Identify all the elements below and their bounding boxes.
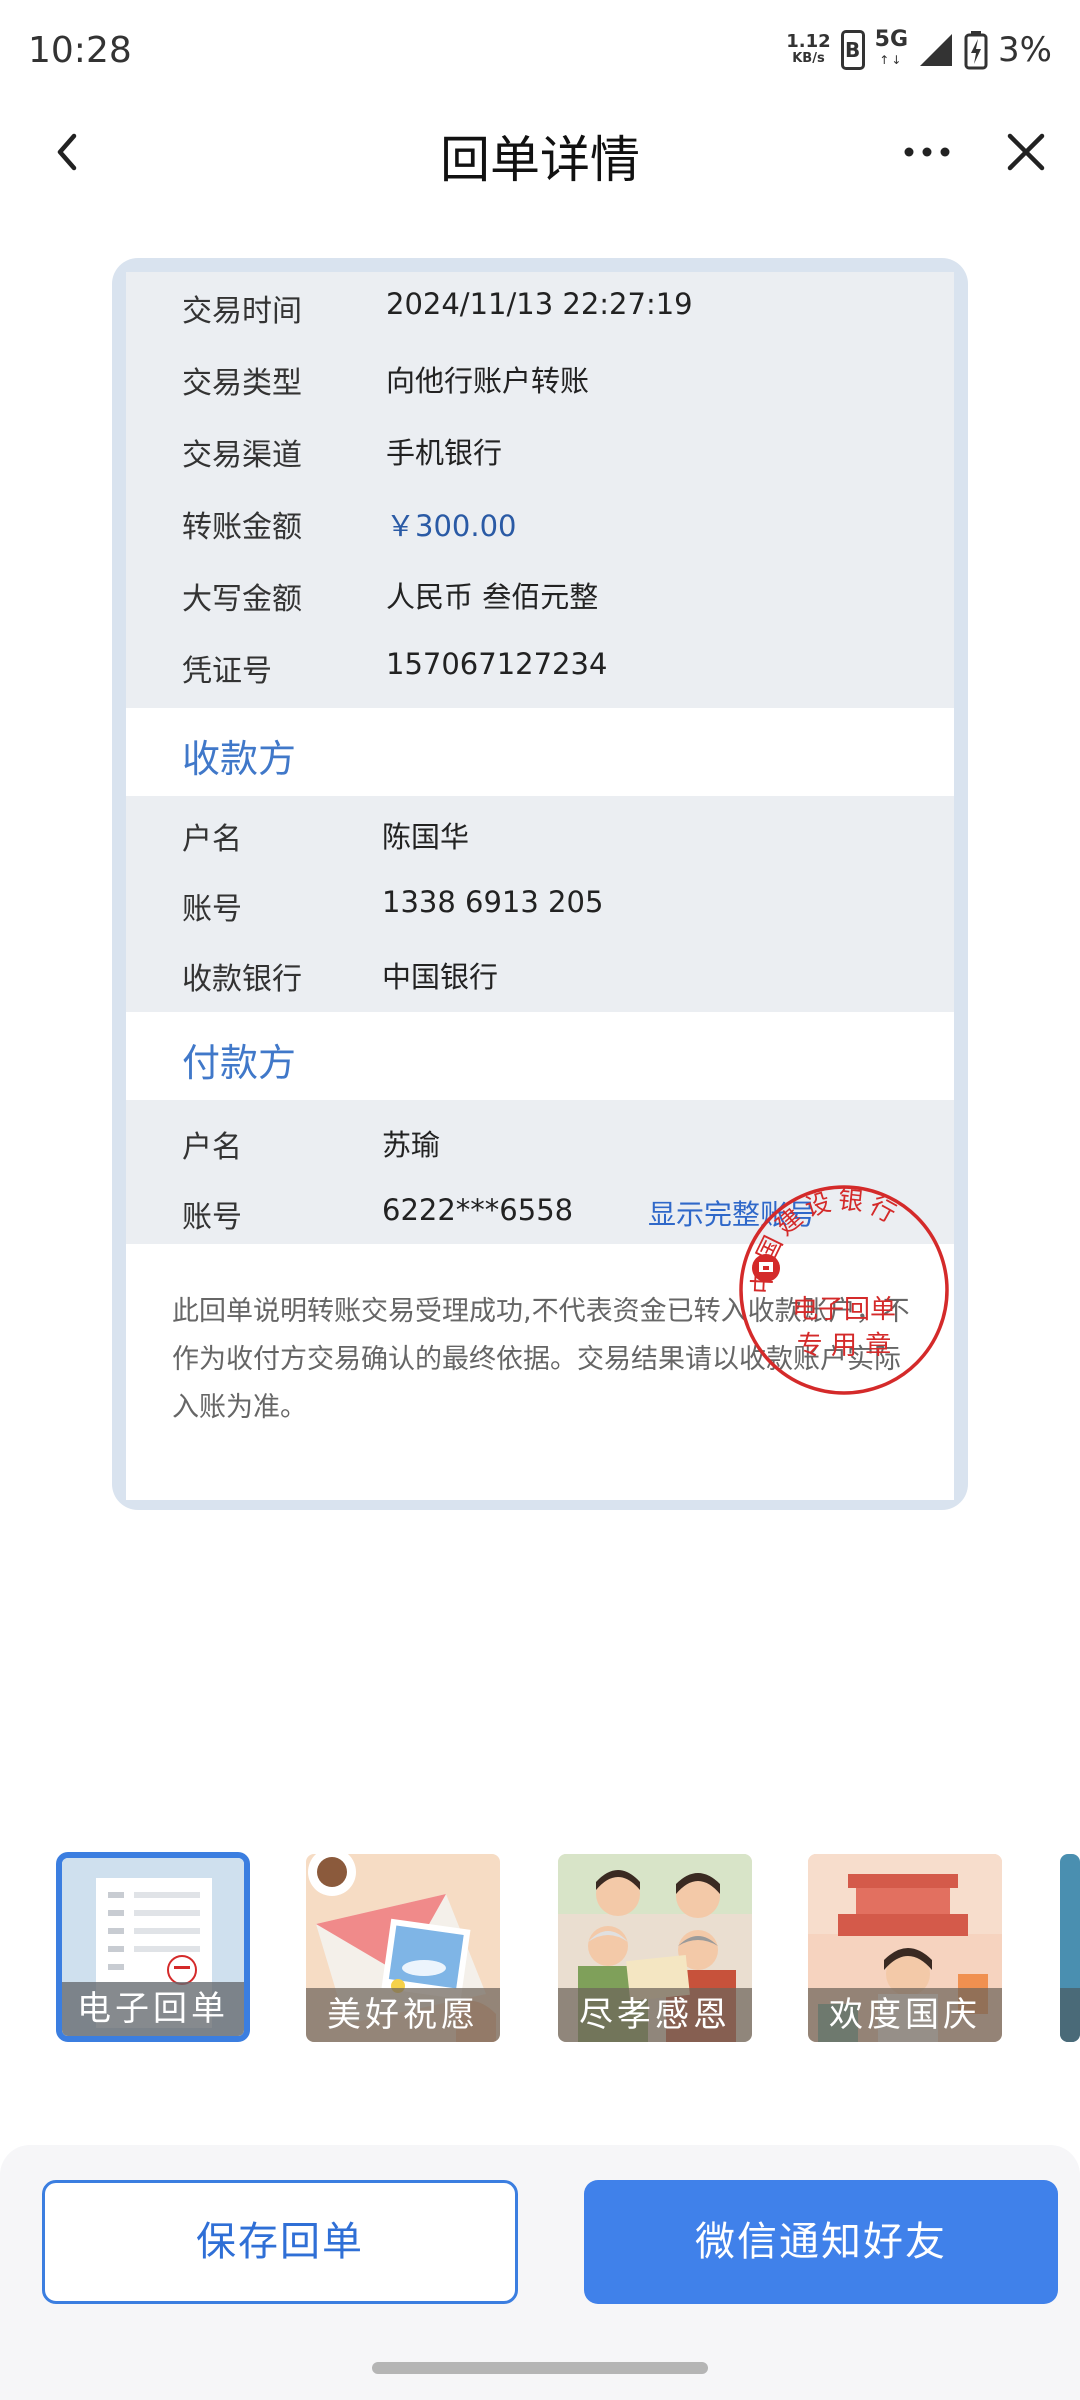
home-indicator[interactable] [372, 2362, 708, 2374]
template-selector: 电子回单 美好祝愿 尽孝感恩 欢度国庆 [0, 1850, 1080, 2050]
template-preview-icon [1060, 1854, 1080, 2042]
transaction-info-block: 交易时间 2024/11/13 22:27:19 交易类型 向他行账户转账 交易… [126, 272, 954, 708]
network-speed: 1.12 KB/s [786, 33, 830, 67]
receipt-card: 交易时间 2024/11/13 22:27:19 交易类型 向他行账户转账 交易… [112, 258, 968, 1510]
template-label: 尽孝感恩 [558, 1988, 752, 2042]
row-label-payee-account: 账号 [182, 892, 242, 927]
row-value-voucher-number: 157067127234 [386, 647, 608, 681]
status-icons: 1.12 KB/s B 5G ↑↓ 3% [786, 28, 1052, 72]
row-label-transaction-type: 交易类型 [182, 366, 302, 401]
template-next-partial[interactable] [1060, 1854, 1080, 2042]
row-label-amount: 转账金额 [182, 510, 302, 545]
row-value-transaction-type: 向他行账户转账 [386, 364, 590, 398]
template-e-receipt[interactable]: 电子回单 [56, 1852, 250, 2042]
network-speed-unit: KB/s [792, 51, 825, 66]
nav-bar: 回单详情 [0, 100, 1080, 204]
seal-line-1: 电子回单 [792, 1295, 896, 1325]
payee-header: 收款方 [126, 708, 954, 796]
status-bar: 10:28 1.12 KB/s B 5G ↑↓ 3% [0, 0, 1080, 100]
battery-percent: 3% [998, 30, 1052, 70]
row-value-payee-bank: 中国银行 [382, 960, 499, 994]
template-label: 欢度国庆 [808, 1988, 1002, 2042]
row-label-payee-name: 户名 [182, 822, 242, 857]
seal-line-2: 专 用 章 [797, 1331, 892, 1361]
payer-section-title: 付款方 [182, 1041, 297, 1085]
template-filial-gratitude[interactable]: 尽孝感恩 [558, 1854, 752, 2042]
network-type: 5G [874, 27, 909, 52]
status-time: 10:28 [28, 30, 132, 71]
battery-charging-icon [964, 31, 988, 70]
template-label: 电子回单 [62, 1982, 244, 2036]
network-speed-value: 1.12 [786, 31, 831, 52]
row-label-voucher-number: 凭证号 [182, 654, 272, 689]
network-arrows-icon: ↑↓ [879, 53, 904, 67]
row-value-amount: ￥300.00 [386, 509, 517, 543]
row-label-payer-name: 户名 [182, 1130, 242, 1165]
signal-icon [920, 34, 953, 66]
wechat-notify-friend-button[interactable]: 微信通知好友 [584, 2180, 1058, 2304]
network-type-icon: 5G ↑↓ [874, 27, 909, 70]
template-label: 美好祝愿 [306, 1988, 500, 2042]
ccb-logo-icon [752, 1254, 780, 1282]
template-good-wishes[interactable]: 美好祝愿 [306, 1854, 500, 2042]
row-value-amount-in-words: 人民币 叁佰元整 [386, 580, 599, 614]
row-label-payer-account: 账号 [182, 1200, 242, 1235]
more-horizontal-icon[interactable] [895, 122, 965, 182]
row-label-amount-in-words: 大写金额 [182, 582, 302, 617]
close-icon[interactable] [998, 122, 1054, 182]
bank-seal-stamp: 中国建设银行 电子回单 专 用 章 [739, 1185, 949, 1395]
row-label-transaction-time: 交易时间 [182, 294, 302, 329]
row-value-payer-name: 苏瑜 [382, 1128, 441, 1162]
row-value-payee-account: 1338 6913 205 [382, 885, 604, 919]
payee-info-block: 户名 陈国华 账号 1338 6913 205 收款银行 中国银行 [126, 796, 954, 1012]
payer-header: 付款方 [126, 1012, 954, 1100]
payee-section-title: 收款方 [182, 737, 297, 781]
save-receipt-button[interactable]: 保存回单 [42, 2180, 518, 2304]
row-value-payer-account: 6222***6558 [382, 1193, 574, 1227]
hd-icon: B [840, 30, 865, 70]
row-value-payee-name: 陈国华 [382, 820, 470, 854]
row-value-transaction-time: 2024/11/13 22:27:19 [386, 287, 693, 321]
row-label-payee-bank: 收款银行 [182, 962, 302, 997]
row-value-channel: 手机银行 [386, 436, 503, 470]
template-national-day[interactable]: 欢度国庆 [808, 1854, 1002, 2042]
row-label-channel: 交易渠道 [182, 438, 302, 473]
